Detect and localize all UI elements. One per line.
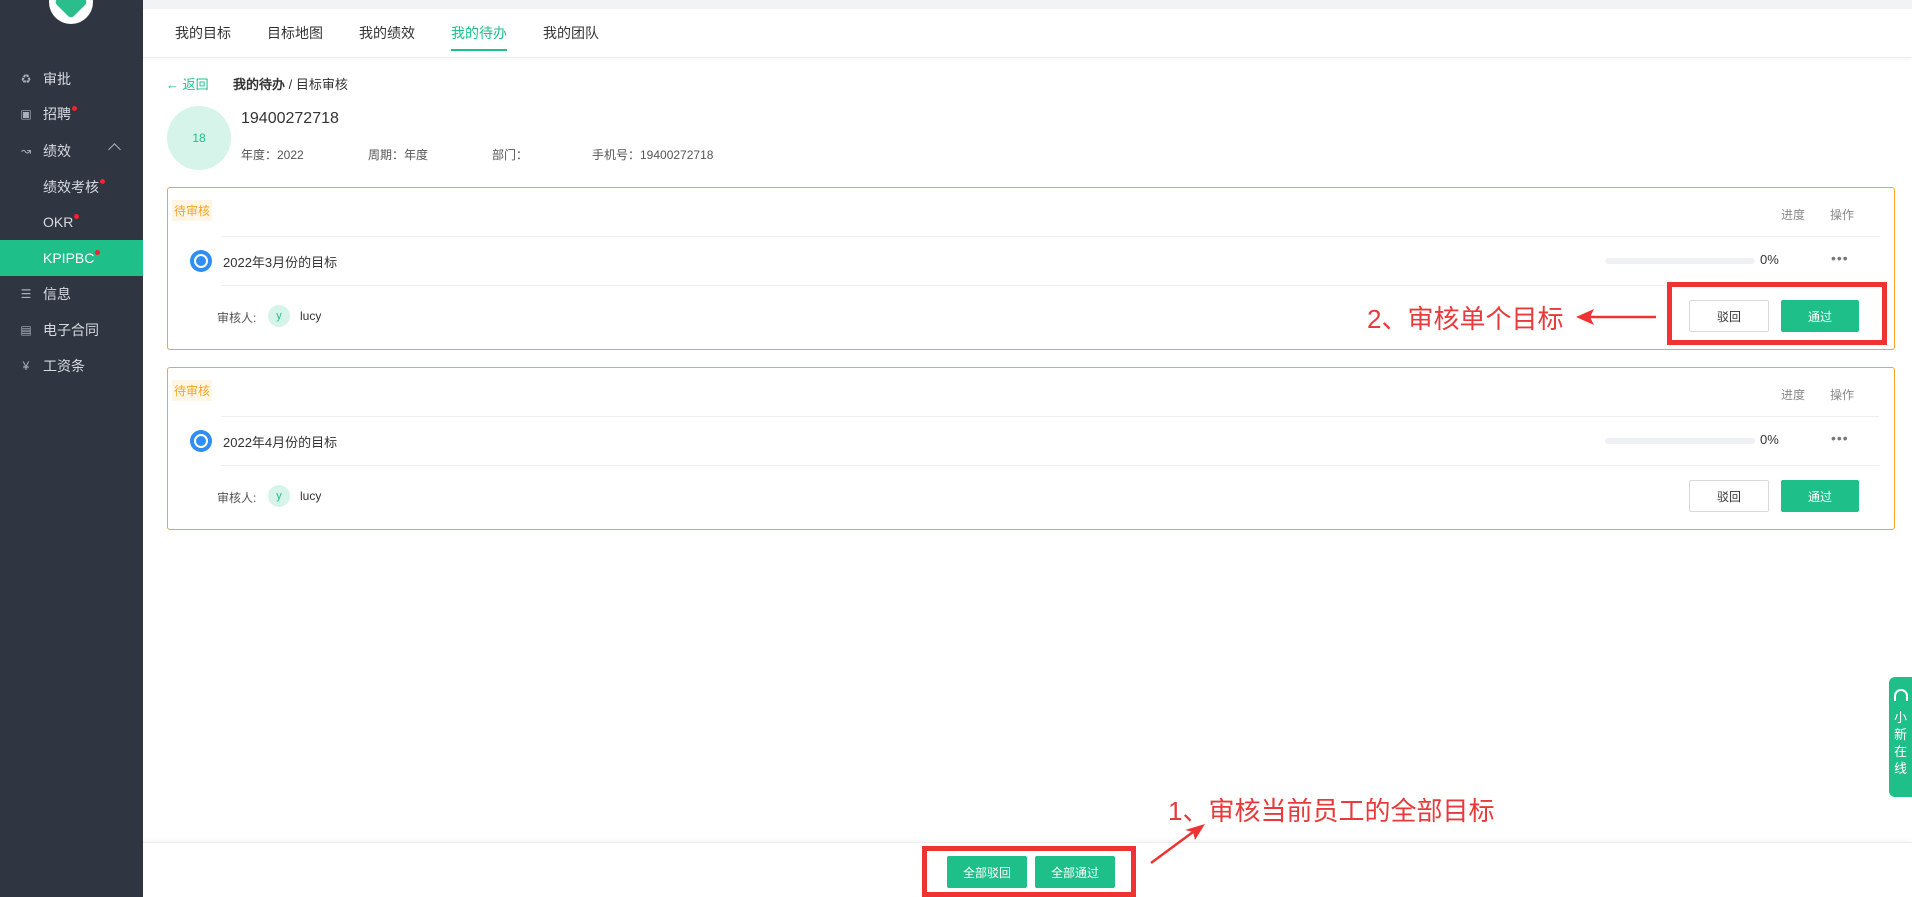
sidebar-item-label: 审批 bbox=[43, 71, 71, 87]
sidebar-item-kpipbc[interactable]: KPIPBC bbox=[0, 240, 143, 276]
annotation-box-single bbox=[1667, 282, 1887, 345]
sidebar-item-label: KPIPBC bbox=[43, 250, 95, 266]
recruit-icon: ▣ bbox=[20, 107, 32, 121]
sidebar-item-label: 绩效 bbox=[43, 143, 71, 159]
goal-card: 待审核 进度 操作 2022年4月份的目标 0% ••• 审核人: y lucy… bbox=[167, 367, 1895, 530]
chart-icon: ↝ bbox=[20, 144, 32, 158]
top-tab-bar: 我的目标 目标地图 我的绩效 我的待办 我的团队 bbox=[143, 0, 1912, 58]
service-char: 小 bbox=[1893, 710, 1907, 725]
sidebar-item-approval[interactable]: ♻ 审批 bbox=[0, 61, 143, 97]
column-header-action: 操作 bbox=[1830, 208, 1855, 222]
reject-button[interactable]: 驳回 bbox=[1689, 480, 1769, 512]
employee-department: 部门： bbox=[492, 148, 529, 162]
sidebar-item-info[interactable]: ☰ 信息 bbox=[0, 276, 143, 312]
reviewer-avatar: y bbox=[268, 485, 290, 507]
sidebar-item-label: 工资条 bbox=[43, 358, 85, 374]
chevron-up-icon bbox=[108, 143, 121, 156]
column-header-progress: 进度 bbox=[1781, 208, 1806, 222]
breadcrumb: 我的待办 / 目标审核 bbox=[233, 74, 348, 93]
service-char: 新 bbox=[1893, 727, 1907, 742]
employee-year: 年度：2022 bbox=[241, 148, 304, 162]
reviewer-avatar: y bbox=[268, 305, 290, 327]
annotation-arrow-all bbox=[1150, 824, 1205, 865]
service-char: 在 bbox=[1893, 744, 1907, 759]
notification-dot bbox=[74, 213, 80, 219]
column-header-progress: 进度 bbox=[1781, 388, 1806, 402]
more-icon[interactable]: ••• bbox=[1831, 250, 1849, 266]
reviewer-label: 审核人: bbox=[217, 311, 257, 325]
user-list-icon: ☰ bbox=[20, 287, 32, 301]
target-icon bbox=[190, 250, 212, 272]
reject-all-button[interactable]: 全部驳回 bbox=[947, 856, 1027, 888]
column-header-action: 操作 bbox=[1830, 388, 1855, 402]
status-badge: 待审核 bbox=[172, 200, 213, 221]
reviewer-name: lucy bbox=[300, 489, 322, 503]
sidebar-item-okr[interactable]: OKR bbox=[0, 204, 143, 240]
sidebar-item-label: 电子合同 bbox=[43, 322, 99, 338]
progress-value: 0% bbox=[1760, 432, 1779, 447]
online-service-widget[interactable]: 小 新 在 线 bbox=[1889, 677, 1912, 797]
more-icon[interactable]: ••• bbox=[1831, 430, 1849, 446]
tab-my-performance[interactable]: 我的绩效 bbox=[359, 23, 415, 43]
pass-all-button[interactable]: 全部通过 bbox=[1035, 856, 1115, 888]
breadcrumb-parent[interactable]: 我的待办 bbox=[233, 77, 285, 92]
sidebar-item-performance[interactable]: ↝ 绩效 bbox=[0, 133, 143, 169]
app-logo bbox=[49, 0, 93, 24]
sidebar-item-label: 信息 bbox=[43, 286, 71, 302]
notification-dot bbox=[100, 178, 105, 184]
service-char: 线 bbox=[1893, 761, 1907, 776]
goal-title[interactable]: 2022年4月份的目标 bbox=[223, 432, 337, 451]
employee-period: 周期：年度 bbox=[368, 148, 429, 162]
tab-my-goals[interactable]: 我的目标 bbox=[175, 23, 231, 43]
annotation-single: 2、审核单个目标 bbox=[1367, 304, 1564, 334]
employee-phone: 手机号：19400272718 bbox=[592, 148, 714, 162]
sidebar: ♻ 审批 ▣ 招聘 ↝ 绩效 绩效考核 OKR KPIPBC ☰ 信息 ▤ 电子… bbox=[0, 0, 143, 897]
breadcrumb-current: 目标审核 bbox=[295, 77, 348, 92]
sidebar-item-performance-review[interactable]: 绩效考核 bbox=[0, 169, 143, 205]
notification-dot bbox=[72, 105, 77, 111]
progress-bar bbox=[1605, 438, 1755, 444]
status-badge: 待审核 bbox=[172, 380, 213, 401]
stamp-icon: ♻ bbox=[20, 72, 32, 86]
notification-dot bbox=[95, 249, 101, 255]
sidebar-item-label: 绩效考核 bbox=[43, 179, 99, 195]
sidebar-item-payslip[interactable]: ¥ 工资条 bbox=[0, 348, 143, 384]
reviewer-name: lucy bbox=[300, 309, 322, 323]
employee-avatar: 18 bbox=[167, 106, 231, 170]
sidebar-item-label: OKR bbox=[43, 214, 74, 230]
annotation-arrow-single bbox=[1576, 309, 1656, 325]
goal-title[interactable]: 2022年3月份的目标 bbox=[223, 252, 337, 271]
target-icon bbox=[190, 430, 212, 452]
contract-icon: ▤ bbox=[20, 323, 32, 337]
payslip-icon: ¥ bbox=[22, 359, 30, 373]
headset-icon bbox=[1893, 689, 1908, 701]
employee-name: 19400272718 bbox=[241, 110, 339, 127]
progress-bar bbox=[1605, 258, 1755, 264]
breadcrumb-separator: / bbox=[285, 77, 296, 92]
back-link[interactable]: ← 返回 bbox=[166, 74, 209, 93]
reviewer-label: 审核人: bbox=[217, 491, 257, 505]
sidebar-item-label: 招聘 bbox=[43, 106, 71, 122]
pass-button[interactable]: 通过 bbox=[1781, 480, 1859, 512]
annotation-all: 1、审核当前员工的全部目标 bbox=[1168, 796, 1495, 826]
tab-my-team[interactable]: 我的团队 bbox=[543, 23, 599, 43]
sidebar-item-contract[interactable]: ▤ 电子合同 bbox=[0, 312, 143, 348]
tab-goal-map[interactable]: 目标地图 bbox=[267, 23, 323, 43]
tab-my-todo[interactable]: 我的待办 bbox=[451, 23, 507, 51]
progress-value: 0% bbox=[1760, 252, 1779, 267]
sidebar-item-recruit[interactable]: ▣ 招聘 bbox=[0, 96, 143, 132]
